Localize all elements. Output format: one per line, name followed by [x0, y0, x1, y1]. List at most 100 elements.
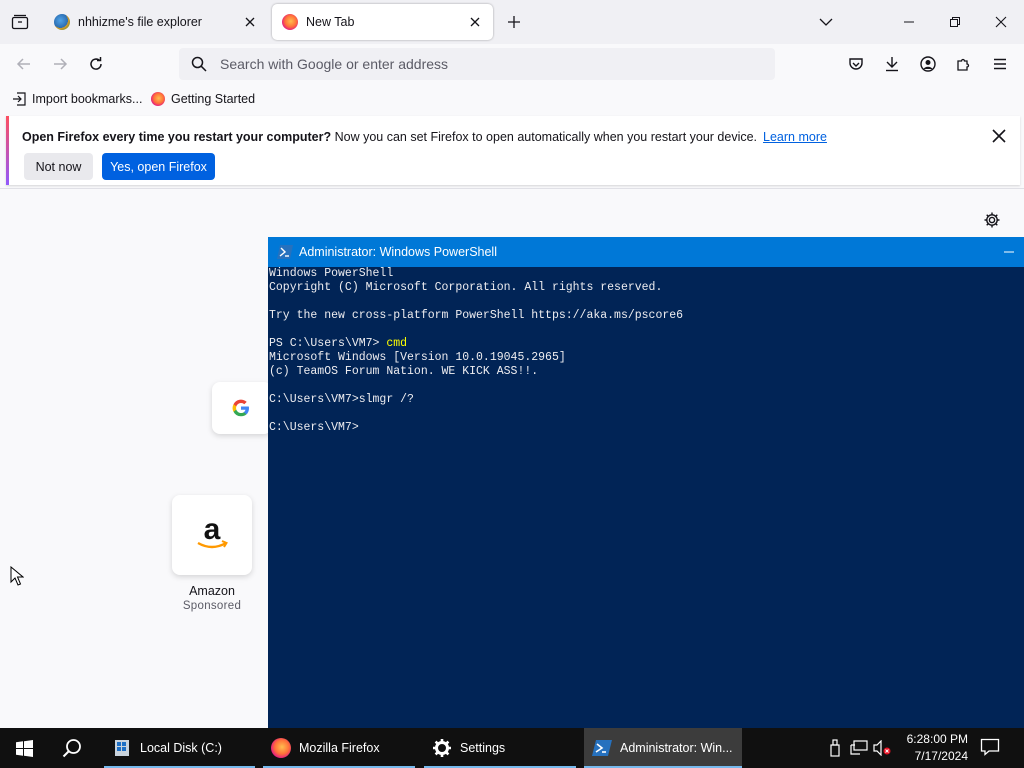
shortcut-google[interactable] [212, 382, 272, 434]
bookmarks-toolbar: Import bookmarks... Getting Started [0, 84, 1024, 114]
account-icon [920, 56, 936, 72]
close-window-button[interactable] [978, 0, 1024, 44]
console-line: Windows PowerShell [269, 267, 394, 280]
start-button[interactable] [0, 728, 48, 768]
prompt-text: PS C:\Users\VM7> [269, 337, 387, 350]
console-line: Copyright (C) Microsoft Corporation. All… [269, 281, 663, 294]
network-icon[interactable] [850, 739, 868, 757]
bookmark-import[interactable]: Import bookmarks... [12, 90, 142, 108]
downloads-button[interactable] [880, 52, 904, 76]
svg-text:a: a [204, 517, 221, 546]
restore-icon [950, 17, 960, 27]
minimize-icon [1004, 251, 1014, 253]
chevron-down-icon [819, 18, 833, 26]
powershell-icon [592, 740, 612, 756]
yes-open-firefox-button[interactable]: Yes, open Firefox [102, 153, 215, 180]
url-input[interactable] [220, 56, 720, 72]
powershell-window[interactable]: Administrator: Windows PowerShell Window… [268, 237, 1024, 728]
learn-more-link[interactable]: Learn more [763, 130, 827, 144]
pocket-icon [849, 58, 863, 70]
windows-logo-icon [15, 739, 33, 757]
default-browser-notification: Open Firefox every time you restart your… [6, 116, 1020, 185]
firefox-icon [282, 14, 298, 30]
close-icon [995, 16, 1007, 28]
console-line: PS C:\Users\VM7> cmd [269, 337, 1023, 351]
import-icon [13, 92, 26, 106]
powershell-titlebar[interactable]: Administrator: Windows PowerShell [268, 237, 1024, 267]
address-bar[interactable] [179, 48, 775, 80]
restore-button[interactable] [932, 0, 978, 44]
close-icon [992, 129, 1006, 143]
window-title: Administrator: Windows PowerShell [299, 245, 497, 259]
list-all-tabs-button[interactable] [816, 12, 836, 32]
pocket-button[interactable] [844, 52, 868, 76]
customize-newtab-button[interactable] [983, 211, 1003, 231]
command-text: cmd [386, 337, 408, 350]
system-clock[interactable]: 6:28:00 PM 7/17/2024 [896, 731, 968, 765]
tab-strip: nhhizme's file explorer New Tab [0, 0, 1024, 44]
notification-icon [980, 738, 1000, 756]
action-center-button[interactable] [980, 738, 1002, 758]
gear-icon [984, 212, 1000, 228]
plus-icon [508, 16, 520, 28]
app-menu-button[interactable] [988, 52, 1012, 76]
minimize-button[interactable] [886, 0, 932, 44]
search-icon [62, 739, 81, 758]
search-icon [191, 56, 207, 72]
usb-eject-icon[interactable] [826, 739, 844, 757]
amazon-icon: a [197, 517, 228, 549]
mouse-cursor-icon [10, 566, 24, 586]
volume-muted-icon[interactable] [873, 739, 891, 757]
close-notification-button[interactable] [989, 126, 1009, 146]
notification-body: Now you can set Firefox to open automati… [331, 130, 758, 144]
console-line: Microsoft Windows [Version 10.0.19045.29… [269, 351, 566, 364]
back-button[interactable] [12, 52, 36, 76]
tab-title: nhhizme's file explorer [78, 15, 202, 29]
account-button[interactable] [916, 52, 940, 76]
tab-file-explorer[interactable]: nhhizme's file explorer [44, 4, 268, 40]
shortcut-amazon[interactable]: a [172, 495, 252, 575]
arrow-left-icon [16, 58, 30, 70]
firefox-view-icon [11, 14, 29, 30]
taskbar-app-label: Mozilla Firefox [299, 741, 380, 755]
console-line: Try the new cross-platform PowerShell ht… [269, 309, 684, 322]
folder-icon [115, 740, 129, 756]
firefox-view-button[interactable] [8, 10, 32, 34]
taskbar-app-powershell[interactable]: Administrator: Win... [584, 728, 742, 768]
taskbar-app-firefox[interactable]: Mozilla Firefox [263, 728, 415, 768]
puzzle-icon [957, 58, 970, 71]
globe-icon [54, 14, 70, 30]
taskbar-app-settings[interactable]: Settings [424, 728, 576, 768]
download-icon [886, 57, 898, 72]
arrow-right-icon [54, 58, 68, 70]
notification-heading: Open Firefox every time you restart your… [22, 130, 332, 144]
reload-button[interactable] [84, 52, 108, 76]
new-tab-button[interactable] [503, 11, 525, 33]
shortcut-label: Amazon [189, 584, 235, 598]
firefox-icon [151, 92, 165, 106]
taskbar-app-explorer[interactable]: Local Disk (C:) [104, 728, 255, 768]
forward-button[interactable] [48, 52, 72, 76]
hamburger-icon [994, 58, 1006, 70]
not-now-button[interactable]: Not now [24, 153, 93, 180]
close-tab-icon[interactable] [467, 14, 483, 30]
minimize-button[interactable] [994, 237, 1024, 267]
tab-title: New Tab [306, 15, 355, 29]
extensions-button[interactable] [952, 52, 976, 76]
console-line: (c) TeamOS Forum Nation. WE KICK ASS!!. [269, 365, 539, 378]
console-output[interactable]: Windows PowerShell Copyright (C) Microsof… [269, 267, 1023, 435]
bookmark-getting-started[interactable]: Getting Started [151, 90, 255, 108]
close-tab-icon[interactable] [242, 14, 258, 30]
sponsored-label: Sponsored [182, 600, 242, 612]
notification-message: Open Firefox every time you restart your… [22, 130, 827, 144]
taskbar-app-label: Administrator: Win... [620, 741, 733, 755]
firefox-icon [271, 738, 291, 758]
search-button[interactable] [48, 728, 96, 768]
bookmark-label: Import bookmarks... [32, 92, 143, 106]
tab-new-tab[interactable]: New Tab [272, 4, 493, 40]
bookmark-label: Getting Started [171, 92, 256, 106]
